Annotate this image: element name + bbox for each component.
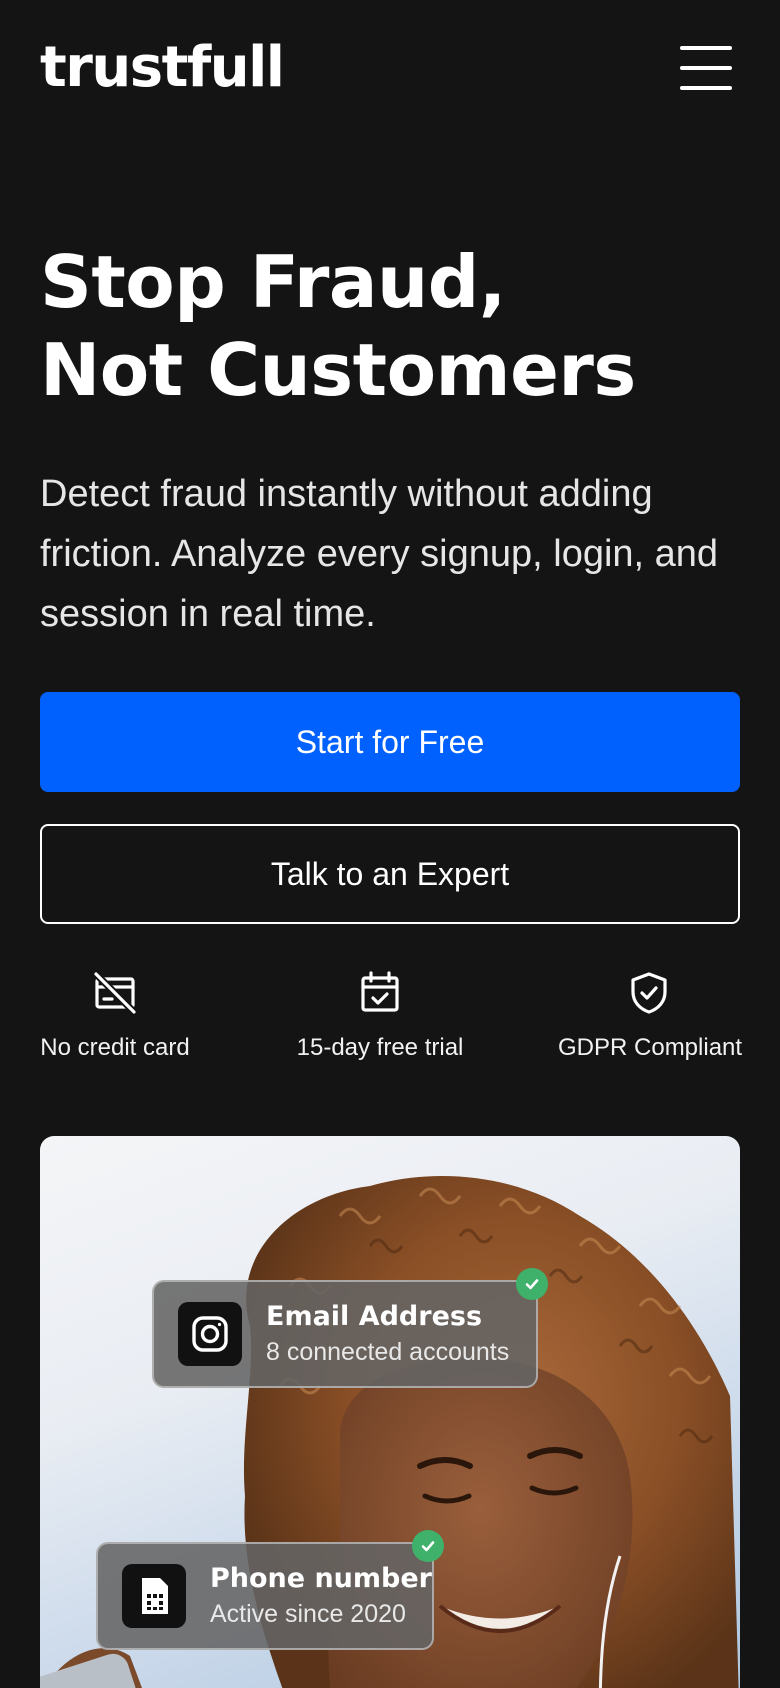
feature-gdpr: GDPR Compliant — [558, 970, 743, 1062]
feature-free-trial: 15-day free trial — [290, 970, 470, 1062]
site-header: trustfull — [0, 0, 780, 140]
feature-label: GDPR Compliant — [558, 1034, 743, 1061]
check-icon — [412, 1530, 444, 1562]
email-address-card: Email Address 8 connected accounts — [152, 1268, 548, 1388]
logo[interactable]: trustfull — [40, 36, 285, 100]
page: trustfull Stop Fraud, Not Customers Dete… — [0, 0, 780, 1688]
hero-title: Stop Fraud, Not Customers — [40, 238, 740, 414]
card-title: Email Address — [266, 1301, 483, 1332]
start-for-free-button[interactable]: Start for Free — [40, 692, 740, 792]
check-icon — [516, 1268, 548, 1300]
hero-title-line-2: Not Customers — [40, 328, 636, 412]
card-title: Phone number — [209, 1563, 432, 1594]
card-subtitle: 8 connected accounts — [266, 1338, 510, 1366]
phone-number-card: Phone number Active since 2020 — [96, 1530, 444, 1650]
no-credit-card-icon — [92, 970, 138, 1016]
hamburger-menu-icon[interactable] — [680, 46, 732, 90]
hero-subtitle: Detect fraud instantly without adding fr… — [40, 473, 719, 635]
feature-label: No credit card — [40, 1034, 190, 1061]
shield-check-icon — [631, 972, 667, 1014]
sim-card-icon — [122, 1564, 186, 1628]
instagram-icon — [178, 1302, 242, 1366]
feature-no-credit-card: No credit card — [40, 970, 190, 1062]
calendar-check-icon — [361, 971, 399, 1012]
hero-photo: Email Address 8 connected accounts Phone… — [40, 1136, 740, 1688]
features-row: No credit card 15-day free trial GDPR Co… — [40, 970, 743, 1080]
feature-label: 15-day free trial — [296, 1034, 464, 1061]
hero-title-line-1: Stop Fraud, — [40, 240, 506, 324]
card-subtitle: Active since 2020 — [209, 1600, 406, 1628]
talk-to-expert-button[interactable]: Talk to an Expert — [40, 824, 740, 924]
